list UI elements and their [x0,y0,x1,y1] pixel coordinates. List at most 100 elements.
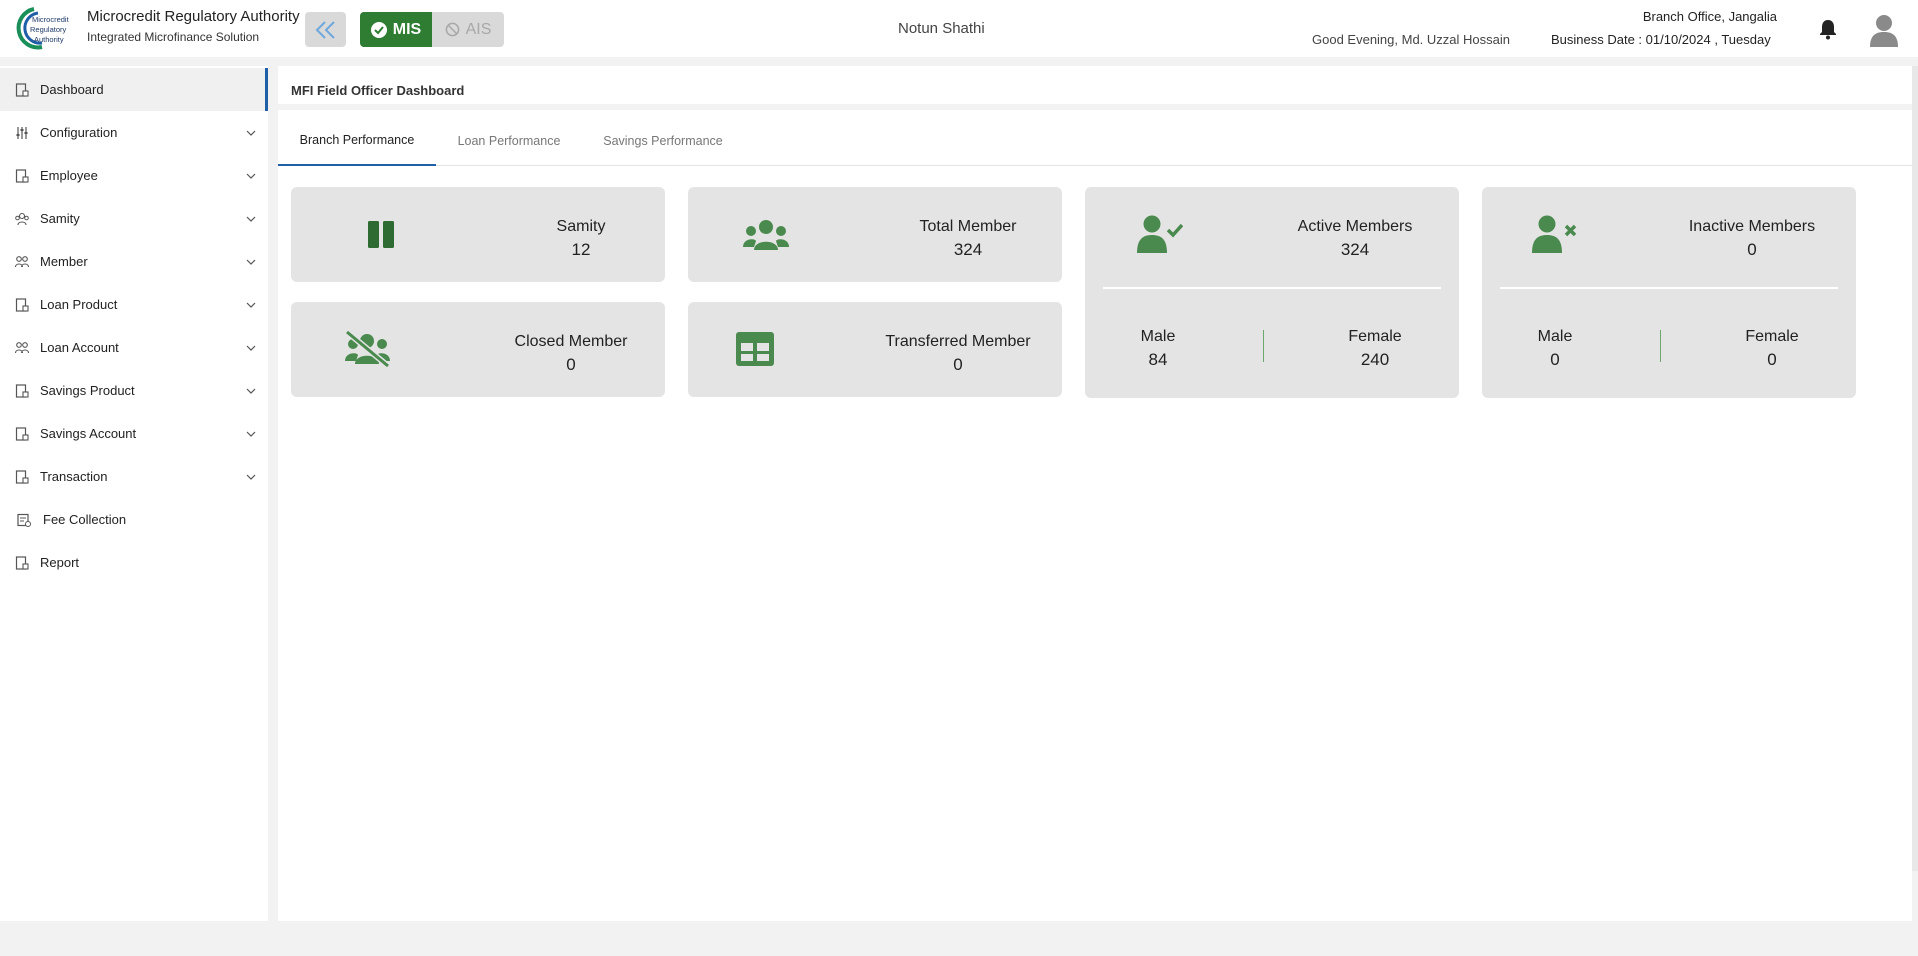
transferred-member-card: Transferred Member 0 [688,302,1062,397]
document-icon [15,168,29,183]
users-group-icon [743,220,789,250]
active-female-value: 240 [1360,350,1390,369]
active-female-label: Female [1348,328,1402,345]
inactive-members-title: Inactive Members [1688,218,1816,235]
document-icon [15,555,29,570]
notification-bell-icon[interactable] [1818,18,1838,40]
chevron-down-icon [246,431,256,437]
chevron-down-icon [246,474,256,480]
sidebar-item-label: Transaction [40,469,108,484]
logo-text-line-1: Microcredit [32,15,70,24]
block-icon [445,22,459,37]
sidebar-item-samity[interactable]: Samity [0,197,268,240]
members-icon [15,341,29,353]
chevron-down-icon [246,216,256,222]
active-male-value: 84 [1148,350,1168,369]
mra-logo-icon: Microcredit Regulatory Authority [16,7,70,50]
sidebar-item-employee[interactable]: Employee [0,154,268,197]
tab-savings-performance[interactable]: Savings Performance [582,116,744,166]
sidebar-item-member[interactable]: Member [0,240,268,283]
sidebar-item-label: Loan Account [40,340,119,355]
page-title: MFI Field Officer Dashboard [291,83,465,98]
mis-mode-button[interactable]: MIS [360,12,432,47]
samity-card: Samity 12 [291,187,665,282]
double-chevron-left-icon [315,20,335,39]
chevron-down-icon [246,302,256,308]
card-divider [1500,287,1838,289]
active-members-card: Active Members 324 Male 84 Female 240 [1085,187,1459,398]
organization-title: Notun Shathi [898,20,985,37]
inactive-female-value: 0 [1767,350,1777,369]
closed-member-title: Closed Member [514,333,628,350]
ais-label: AIS [465,20,492,38]
footer [0,921,1918,956]
sidebar-item-report[interactable]: Report [0,541,268,584]
pause-icon [368,221,394,248]
inactive-members-value: 0 [1747,240,1757,259]
document-icon [15,297,29,312]
document-icon [15,383,29,398]
chevron-down-icon [246,388,256,394]
chevron-down-icon [246,173,256,179]
main-content: MFI Field Officer Dashboard Branch Perfo… [278,66,1912,921]
users-slash-icon [345,330,390,368]
sidebar-item-configuration[interactable]: Configuration [0,111,268,154]
samity-value: 12 [571,240,591,259]
mis-label: MIS [392,20,422,38]
tab-branch-performance[interactable]: Branch Performance [278,116,436,166]
logo-text-line-3: Authority [34,35,64,44]
document-icon [15,469,29,484]
user-remove-icon [1532,215,1577,253]
card-divider-vertical [1263,330,1264,362]
org-name: Microcredit Regulatory Authority [87,8,300,25]
sidebar-item-savings-product[interactable]: Savings Product [0,369,268,412]
ais-mode-button[interactable]: AIS [432,12,504,47]
inactive-male-label: Male [1537,328,1573,345]
transferred-member-title: Transferred Member [885,333,1031,350]
sidebar-item-label: Configuration [40,125,118,140]
business-date: Business Date : 01/10/2024 , Tuesday [1551,32,1771,47]
active-members-title: Active Members [1297,218,1413,235]
sidebar-item-label: Dashboard [40,82,104,97]
closed-member-card: Closed Member 0 [291,302,665,397]
sidebar-item-label: Fee Collection [43,512,127,527]
fee-icon [17,513,31,527]
user-check-icon [1137,215,1183,253]
sliders-icon [16,126,28,139]
user-greeting: Good Evening, Md. Uzzal Hossain [1312,32,1510,47]
sidebar-item-label: Report [40,555,80,570]
sidebar-item-loan-account[interactable]: Loan Account [0,326,268,369]
active-members-value: 324 [1340,240,1370,259]
closed-member-value: 0 [566,355,576,374]
inactive-members-card: Inactive Members 0 Male 0 Female 0 [1482,187,1856,398]
org-subtitle: Integrated Microfinance Solution [87,30,260,44]
tab-loan-performance[interactable]: Loan Performance [436,116,582,166]
total-member-value: 324 [953,240,983,259]
transferred-member-value: 0 [953,355,963,374]
vertical-scrollbar[interactable] [1912,66,1918,871]
collapse-sidebar-button[interactable] [305,12,346,47]
top-header: Microcredit Regulatory Authority Microcr… [0,0,1918,57]
page-header: MFI Field Officer Dashboard [278,66,1912,110]
total-member-card: Total Member 324 [688,187,1062,282]
logo-text-line-2: Regulatory [30,25,67,34]
tab-bar: Branch Performance Loan Performance Savi… [278,116,1912,166]
sidebar-item-fee-collection[interactable]: Fee Collection [0,498,268,541]
inactive-male-value: 0 [1550,350,1560,369]
samity-title: Samity [556,218,606,235]
sidebar-item-loan-product[interactable]: Loan Product [0,283,268,326]
table-icon [736,332,774,366]
sidebar-item-dashboard[interactable]: Dashboard [0,68,268,111]
document-icon [15,426,29,441]
card-divider-vertical [1660,330,1661,362]
sidebar-item-label: Savings Product [40,383,135,398]
user-avatar-icon[interactable] [1868,13,1900,47]
inactive-female-label: Female [1745,328,1799,345]
sidebar-item-savings-account[interactable]: Savings Account [0,412,268,455]
sidebar: Dashboard Configuration Employee Samity … [0,66,268,921]
sidebar-item-transaction[interactable]: Transaction [0,455,268,498]
sidebar-item-label: Loan Product [40,297,118,312]
members-icon [15,255,29,267]
sidebar-item-label: Samity [40,211,80,226]
group-icon [15,212,29,225]
